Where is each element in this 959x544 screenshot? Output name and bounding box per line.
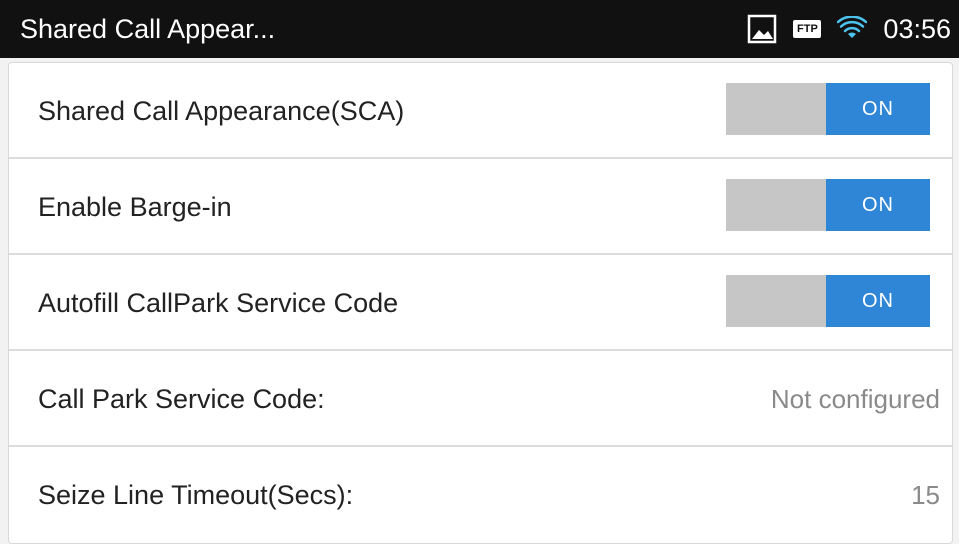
setting-label: Call Park Service Code: bbox=[38, 384, 325, 414]
wifi-icon bbox=[837, 16, 868, 42]
ftp-icon: FTP bbox=[793, 20, 822, 38]
status-icons: FTP 03:56 bbox=[747, 10, 951, 48]
setting-row-autofill-callpark[interactable]: Autofill CallPark Service Code ON bbox=[9, 255, 952, 351]
status-bar: Shared Call Appear... FTP 03:56 bbox=[0, 0, 959, 58]
autofill-callpark-toggle[interactable]: ON bbox=[726, 275, 930, 327]
toggle-state: ON bbox=[826, 83, 930, 135]
setting-label: Enable Barge-in bbox=[38, 192, 232, 222]
sca-toggle[interactable]: ON bbox=[726, 83, 930, 135]
setting-row-sca[interactable]: Shared Call Appearance(SCA) ON bbox=[9, 63, 952, 159]
setting-value: 15 bbox=[911, 480, 940, 510]
setting-value: Not configured bbox=[770, 384, 940, 414]
clock: 03:56 bbox=[883, 14, 951, 44]
setting-row-call-park-code[interactable]: Call Park Service Code: Not configured bbox=[9, 351, 952, 447]
image-icon bbox=[747, 14, 777, 44]
setting-row-barge-in[interactable]: Enable Barge-in ON bbox=[9, 159, 952, 255]
barge-in-toggle[interactable]: ON bbox=[726, 179, 930, 231]
setting-label: Seize Line Timeout(Secs): bbox=[38, 480, 354, 510]
setting-row-seize-line-timeout[interactable]: Seize Line Timeout(Secs): 15 bbox=[9, 447, 952, 543]
settings-panel: Shared Call Appearance(SCA) ON Enable Ba… bbox=[8, 62, 953, 544]
toggle-state: ON bbox=[826, 179, 930, 231]
toggle-state: ON bbox=[826, 275, 930, 327]
app-title: Shared Call Appear... bbox=[20, 14, 276, 44]
setting-label: Shared Call Appearance(SCA) bbox=[38, 96, 405, 126]
setting-label: Autofill CallPark Service Code bbox=[38, 288, 399, 318]
